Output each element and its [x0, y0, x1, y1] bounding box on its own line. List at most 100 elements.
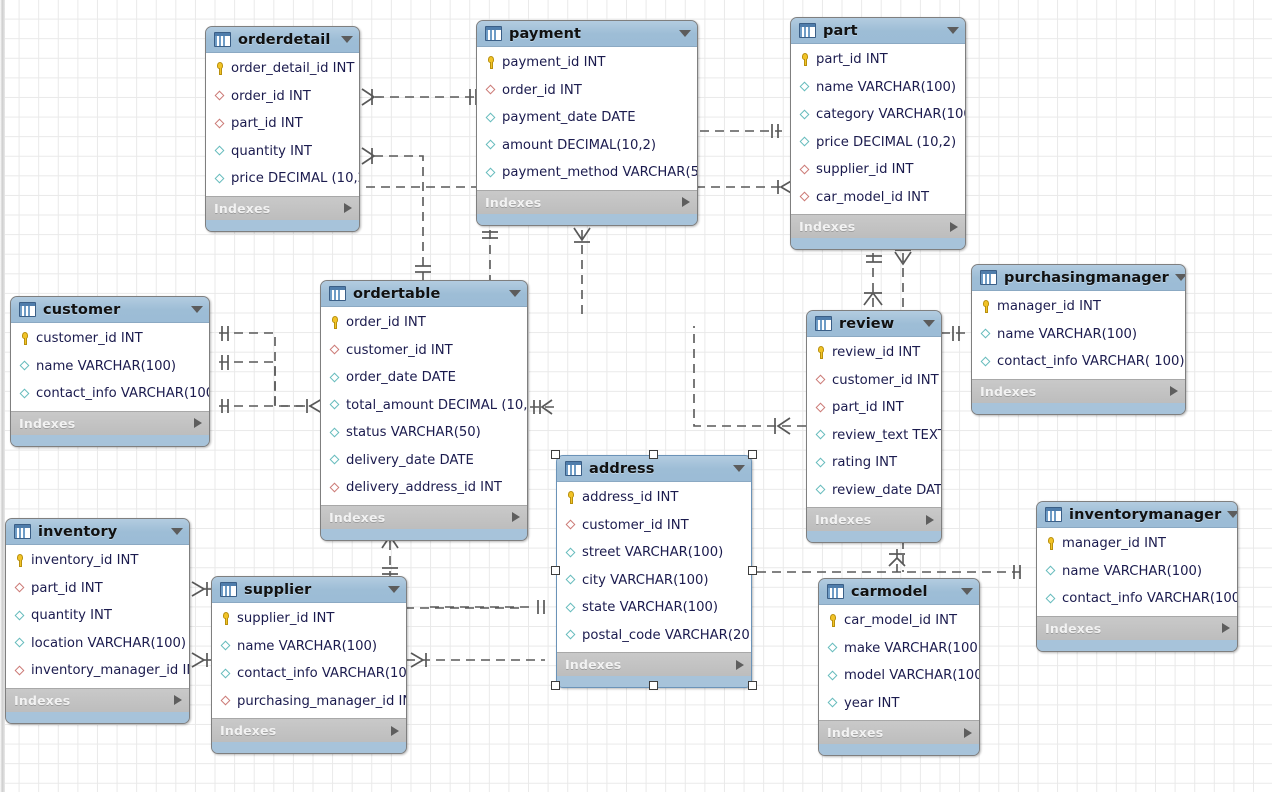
- table-header-payment[interactable]: payment: [477, 21, 697, 47]
- indexes-bar[interactable]: Indexes: [557, 652, 751, 676]
- indexes-bar[interactable]: Indexes: [807, 507, 941, 531]
- chevron-down-icon[interactable]: [388, 586, 400, 593]
- table-purchasingmanager[interactable]: purchasingmanager manager_id INT name VA…: [971, 264, 1186, 415]
- table-column[interactable]: delivery_address_id INT: [321, 474, 527, 502]
- table-column[interactable]: price DECIMAL (10,2): [206, 165, 359, 193]
- chevron-down-icon[interactable]: [1227, 511, 1238, 518]
- table-column[interactable]: name VARCHAR(100): [972, 321, 1185, 349]
- table-column[interactable]: part_id INT: [807, 394, 941, 422]
- expand-arrow-icon[interactable]: [682, 197, 690, 207]
- indexes-bar[interactable]: Indexes: [321, 505, 527, 529]
- table-column[interactable]: supplier_id INT: [791, 156, 965, 184]
- table-column[interactable]: rating INT: [807, 449, 941, 477]
- table-column[interactable]: part_id INT: [791, 46, 965, 74]
- table-column[interactable]: address_id INT: [557, 484, 751, 512]
- table-column[interactable]: quantity INT: [206, 138, 359, 166]
- table-column[interactable]: order_id INT: [206, 83, 359, 111]
- table-column[interactable]: car_model_id INT: [819, 607, 979, 635]
- chevron-down-icon[interactable]: [341, 36, 353, 43]
- expand-arrow-icon[interactable]: [950, 222, 958, 232]
- table-header-purchasingmanager[interactable]: purchasingmanager: [972, 265, 1185, 291]
- indexes-bar[interactable]: Indexes: [819, 720, 979, 744]
- table-column[interactable]: status VARCHAR(50): [321, 419, 527, 447]
- table-column[interactable]: review_date DATE: [807, 477, 941, 505]
- table-header-customer[interactable]: customer: [11, 297, 209, 323]
- indexes-bar[interactable]: Indexes: [972, 379, 1185, 403]
- table-header-address[interactable]: address: [557, 456, 751, 482]
- table-header-part[interactable]: part: [791, 18, 965, 44]
- table-column[interactable]: amount DECIMAL(10,2): [477, 132, 697, 160]
- chevron-down-icon[interactable]: [923, 320, 935, 327]
- table-inventorymanager[interactable]: inventorymanager manager_id INT name VAR…: [1036, 501, 1238, 652]
- expand-arrow-icon[interactable]: [926, 515, 934, 525]
- table-column[interactable]: contact_info VARCHAR(100): [212, 660, 406, 688]
- table-column[interactable]: payment_method VARCHAR(50): [477, 159, 697, 187]
- table-column[interactable]: name VARCHAR(100): [1037, 558, 1237, 586]
- table-column[interactable]: make VARCHAR(100): [819, 635, 979, 663]
- table-header-carmodel[interactable]: carmodel: [819, 579, 979, 605]
- table-column[interactable]: manager_id INT: [972, 293, 1185, 321]
- table-column[interactable]: car_model_id INT: [791, 184, 965, 212]
- expand-arrow-icon[interactable]: [194, 418, 202, 428]
- indexes-bar[interactable]: Indexes: [6, 688, 189, 712]
- table-header-inventorymanager[interactable]: inventorymanager: [1037, 502, 1237, 528]
- table-header-review[interactable]: review: [807, 311, 941, 337]
- table-column[interactable]: quantity INT: [6, 602, 189, 630]
- table-review[interactable]: review review_id INT customer_id INT par…: [806, 310, 942, 543]
- table-header-orderdetail[interactable]: orderdetail: [206, 27, 359, 53]
- table-column[interactable]: name VARCHAR(100): [11, 353, 209, 381]
- table-column[interactable]: manager_id INT: [1037, 530, 1237, 558]
- table-column[interactable]: order_id INT: [477, 77, 697, 105]
- table-column[interactable]: name VARCHAR(100): [212, 633, 406, 661]
- chevron-down-icon[interactable]: [191, 306, 203, 313]
- indexes-bar[interactable]: Indexes: [11, 411, 209, 435]
- table-column[interactable]: year INT: [819, 690, 979, 718]
- table-inventory[interactable]: inventory inventory_id INT part_id INT q…: [5, 518, 190, 724]
- table-column[interactable]: purchasing_manager_id INT: [212, 688, 406, 716]
- table-payment[interactable]: payment payment_id INT order_id INT paym…: [476, 20, 698, 226]
- table-column[interactable]: city VARCHAR(100): [557, 567, 751, 595]
- indexes-bar[interactable]: Indexes: [1037, 616, 1237, 640]
- indexes-bar[interactable]: Indexes: [477, 190, 697, 214]
- table-column[interactable]: contact_info VARCHAR( 100): [972, 348, 1185, 376]
- table-column[interactable]: review_text TEXT: [807, 422, 941, 450]
- table-column[interactable]: name VARCHAR(100): [791, 74, 965, 102]
- expand-arrow-icon[interactable]: [964, 728, 972, 738]
- table-column[interactable]: order_id INT: [321, 309, 527, 337]
- chevron-down-icon[interactable]: [509, 290, 521, 297]
- chevron-down-icon[interactable]: [947, 27, 959, 34]
- expand-arrow-icon[interactable]: [174, 695, 182, 705]
- table-header-ordertable[interactable]: ordertable: [321, 281, 527, 307]
- expand-arrow-icon[interactable]: [512, 512, 520, 522]
- chevron-down-icon[interactable]: [679, 30, 691, 37]
- table-customer[interactable]: customer customer_id INT name VARCHAR(10…: [10, 296, 210, 447]
- chevron-down-icon[interactable]: [733, 465, 745, 472]
- table-supplier[interactable]: supplier supplier_id INT name VARCHAR(10…: [211, 576, 407, 754]
- table-carmodel[interactable]: carmodel car_model_id INT make VARCHAR(1…: [818, 578, 980, 756]
- chevron-down-icon[interactable]: [171, 528, 183, 535]
- table-column[interactable]: part_id INT: [6, 575, 189, 603]
- table-column[interactable]: model VARCHAR(100): [819, 662, 979, 690]
- table-column[interactable]: contact_info VARCHAR(100): [11, 380, 209, 408]
- table-column[interactable]: total_amount DECIMAL (10,2): [321, 392, 527, 420]
- table-column[interactable]: payment_id INT: [477, 49, 697, 77]
- table-column[interactable]: contact_info VARCHAR(100): [1037, 585, 1237, 613]
- table-column[interactable]: inventory_id INT: [6, 547, 189, 575]
- table-header-supplier[interactable]: supplier: [212, 577, 406, 603]
- table-column[interactable]: location VARCHAR(100): [6, 630, 189, 658]
- table-column[interactable]: supplier_id INT: [212, 605, 406, 633]
- table-column[interactable]: state VARCHAR(100): [557, 594, 751, 622]
- indexes-bar[interactable]: Indexes: [206, 196, 359, 220]
- expand-arrow-icon[interactable]: [1222, 623, 1230, 633]
- table-header-inventory[interactable]: inventory: [6, 519, 189, 545]
- table-column[interactable]: customer_id INT: [11, 325, 209, 353]
- table-column[interactable]: customer_id INT: [807, 367, 941, 395]
- expand-arrow-icon[interactable]: [344, 203, 352, 213]
- table-part[interactable]: part part_id INT name VARCHAR(100) categ…: [790, 17, 966, 250]
- table-address[interactable]: address address_id INT customer_id INT s…: [556, 455, 752, 688]
- expand-arrow-icon[interactable]: [391, 726, 399, 736]
- table-column[interactable]: order_date DATE: [321, 364, 527, 392]
- chevron-down-icon[interactable]: [1175, 274, 1186, 281]
- chevron-down-icon[interactable]: [961, 588, 973, 595]
- indexes-bar[interactable]: Indexes: [212, 718, 406, 742]
